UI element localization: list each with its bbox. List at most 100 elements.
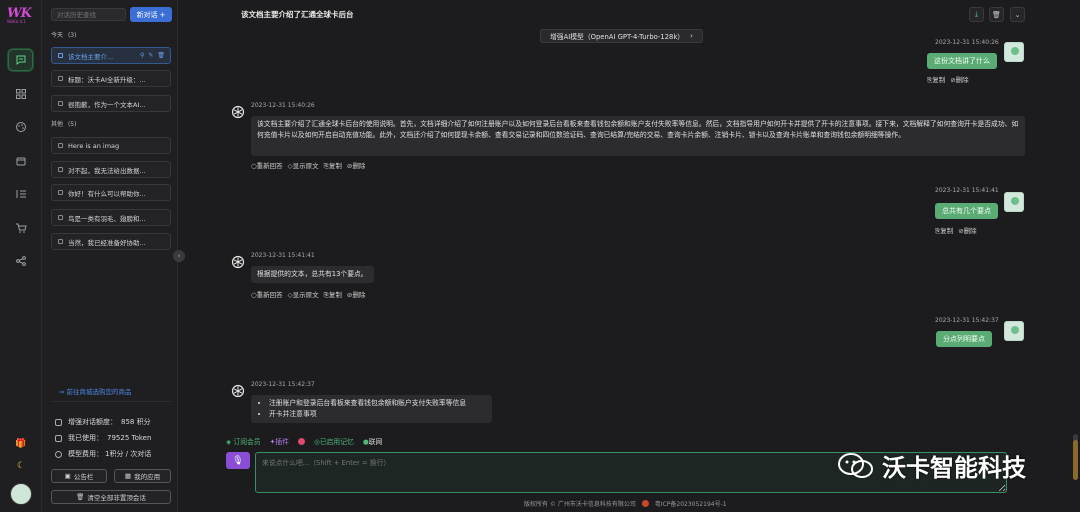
icp-link[interactable]: 粤ICP备2023052194号-1 — [655, 499, 727, 508]
group-earlier: 其他 (5) — [51, 119, 76, 128]
scrollbar[interactable] — [1073, 434, 1078, 480]
export-button[interactable]: ⤓ — [969, 7, 984, 22]
pin-icon[interactable]: ⚲ — [140, 52, 144, 59]
announcement-button[interactable]: ▣ 公告栏 — [51, 469, 107, 483]
conversation-item[interactable]: 对不起，我无法给出数据... — [51, 161, 171, 178]
chat-bubble-icon — [58, 167, 63, 172]
new-chat-button[interactable]: 新对话 + — [130, 7, 172, 22]
plugin-button[interactable]: ✦插件 — [270, 436, 289, 446]
message-timestamp: 2023-12-31 15:40:26 — [251, 102, 315, 109]
ai-message: 根据提供的文本，总共有13个要点。 — [251, 266, 374, 283]
network-label: 联网 — [368, 438, 383, 446]
delete-button[interactable]: ⊘删除 — [347, 289, 365, 300]
memory-label: 已启用记忆 — [319, 438, 354, 446]
message-actions: ⎘复制 ⊘删除 — [935, 225, 977, 236]
store-link[interactable]: ⇒ 前往商城选购您的商品 — [59, 386, 132, 396]
conversation-title: 标题：沃卡AI全新升级：... — [68, 75, 146, 84]
cloud-nav-button[interactable] — [8, 150, 33, 172]
list-nav-button[interactable] — [8, 183, 33, 205]
user-avatar — [1004, 42, 1024, 62]
chat-bubble-icon — [58, 215, 63, 220]
my-apps-button[interactable]: ▦ 我的应用 — [114, 469, 171, 483]
delete-label: 删除 — [352, 162, 366, 170]
delete-label: 删除 — [963, 227, 977, 235]
usage-icon — [55, 434, 62, 442]
delete-button[interactable]: ⊘删除 — [950, 74, 968, 85]
plus-icon: + — [159, 10, 166, 19]
download-icon: ⤓ — [974, 10, 979, 18]
show-original-button[interactable]: ◇显示原文 — [288, 289, 319, 300]
delete-chat-button[interactable]: 🗑 — [989, 7, 1004, 22]
my-apps-label: 我的应用 — [134, 473, 161, 481]
stat-label: 我已使用： — [68, 434, 103, 442]
police-badge-icon — [641, 500, 649, 507]
copyright-text: 版权所有 © 广州市沃卡信息科技有限公司 — [524, 501, 636, 508]
sidebar-divider — [51, 401, 171, 402]
history-search-input[interactable] — [51, 8, 126, 21]
subscribe-button[interactable]: ◈ 订阅会员 — [226, 436, 261, 446]
conversation-item[interactable]: 当然，我已经准备好协助... — [51, 233, 171, 250]
plugin-label: 插件 — [275, 438, 289, 446]
regenerate-button[interactable]: ○重新回答 — [251, 160, 283, 171]
conversation-item[interactable]: 标题：沃卡AI全新升级：... — [51, 70, 171, 87]
moon-icon[interactable]: ☾ — [14, 459, 28, 473]
user-avatar[interactable] — [10, 483, 32, 505]
chevron-down-icon: ⌄ — [1014, 10, 1021, 19]
gift-icon[interactable]: 🎁 — [14, 437, 28, 451]
conversation-item[interactable]: 鸟是一类有羽毛、翅膀和... — [51, 209, 171, 226]
stat-value: 1积分 / 次对话 — [105, 450, 152, 458]
network-toggle[interactable]: ●联网 — [363, 436, 383, 446]
share-nav-button[interactable] — [8, 250, 33, 272]
announcement-label: 公告栏 — [73, 473, 94, 481]
plugin-status-icon[interactable] — [297, 437, 305, 445]
user-message: 这份文档讲了什么 — [927, 53, 997, 69]
conversation-item[interactable]: 该文档主要介... ⚲ ✎ 🗑 — [51, 47, 171, 64]
conversation-title: 鸟是一类有羽毛、翅膀和... — [68, 214, 146, 223]
copy-button[interactable]: ⎘复制 — [324, 289, 342, 300]
regenerate-button[interactable]: ○重新回答 — [251, 289, 283, 300]
delete-icon[interactable]: 🗑 — [157, 52, 165, 59]
store-link-label: 前往商城选购您的商品 — [66, 388, 132, 396]
group-today-label: 今天 — [51, 32, 64, 39]
apps-nav-button[interactable] — [8, 83, 33, 105]
conversation-item[interactable]: 很抱歉，作为一个文本AI... — [51, 95, 171, 112]
message-timestamp: 2023-12-31 15:42:37 — [935, 317, 999, 324]
copy-button[interactable]: ⎘复制 — [927, 74, 945, 85]
message-timestamp: 2023-12-31 15:41:41 — [935, 187, 999, 194]
grid-icon — [15, 89, 26, 99]
chat-bubble-icon — [58, 239, 63, 244]
more-button[interactable]: ⌄ — [1010, 7, 1025, 22]
apps-icon: ▦ — [124, 472, 132, 480]
link-icon: ⇒ — [59, 388, 65, 396]
edit-icon[interactable]: ✎ — [148, 52, 153, 59]
model-selector[interactable]: 增强AI模型（OpenAI GPT-4-Turbo-128k） › — [540, 29, 703, 43]
voice-input-button[interactable]: 🎙 — [226, 452, 250, 469]
list-item: 开卡并注意事项 — [269, 409, 486, 420]
trash-icon: 🗑 — [76, 493, 85, 501]
copy-button[interactable]: ⎘复制 — [935, 225, 953, 236]
drawing-nav-button[interactable] — [8, 116, 33, 138]
show-original-button[interactable]: ◇显示原文 — [288, 160, 319, 171]
delete-button[interactable]: ⊘删除 — [347, 160, 365, 171]
ai-message: 该文档主要介绍了汇通全球卡后台的使用说明。首先，文档详细介绍了如何注册账户以及如… — [251, 116, 1025, 156]
chat-nav-button[interactable] — [8, 49, 33, 71]
chat-main: 该文档主要介绍了汇通全球卡后台 ⤓ 🗑 ⌄ 增强AI模型（OpenAI GPT-… — [178, 0, 1080, 512]
conversation-title: Here is an imag — [68, 141, 120, 150]
copy-button[interactable]: ⎘复制 — [324, 160, 342, 171]
subscribe-label: 订阅会员 — [233, 438, 261, 446]
wechat-icon — [838, 452, 873, 478]
shop-nav-button[interactable] — [8, 217, 33, 239]
stat-value: 858 积分 — [121, 418, 151, 426]
app-logo: WK WoKa 4.1 — [7, 6, 35, 30]
user-message: 分点列明要点 — [936, 331, 992, 347]
conversation-item[interactable]: Here is an imag — [51, 137, 171, 154]
ai-message: 注册账户和登录后台看板来查看钱包余额和账户支付失败率等信息 开卡并注意事项 — [251, 395, 492, 423]
delete-button[interactable]: ⊘删除 — [958, 225, 976, 236]
clear-conversations-button[interactable]: 🗑 清空全部非置顶会话 — [51, 490, 171, 504]
stat-quota: 增强对话额度： 858 积分 — [55, 417, 151, 427]
conversation-item[interactable]: 你好！有什么可以帮助你... — [51, 184, 171, 201]
copy-label: 复制 — [940, 227, 954, 235]
memory-toggle[interactable]: ◎已启用记忆 — [314, 436, 354, 446]
share-icon — [15, 256, 26, 266]
message-actions: ⎘复制 ⊘删除 — [927, 74, 969, 85]
